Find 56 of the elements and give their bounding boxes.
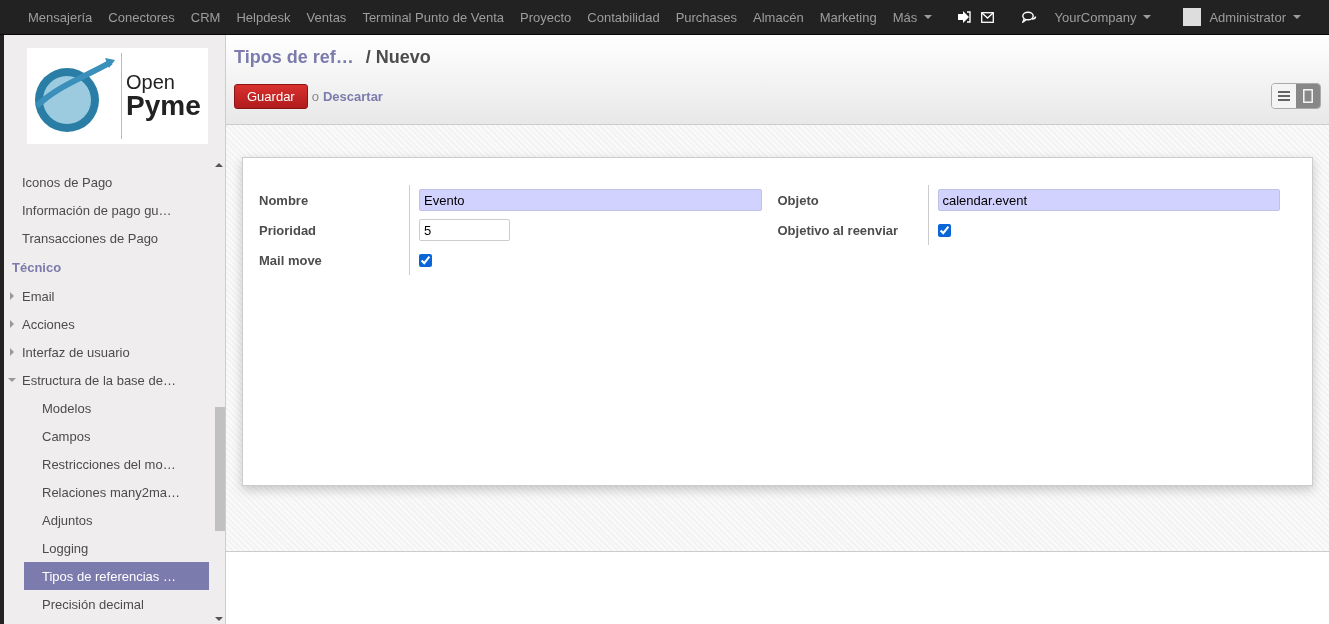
sidebar-item[interactable]: Adjuntos <box>4 506 209 534</box>
field-label: Mail move <box>259 245 410 275</box>
sidebar-item[interactable]: Iconos de Pago <box>4 168 209 196</box>
input-field[interactable]: calendar.event <box>937 189 1280 211</box>
logo-text: Pyme <box>126 92 201 120</box>
input-field[interactable]: Evento <box>419 189 762 211</box>
sidebar-item[interactable]: Campos <box>4 422 209 450</box>
avatar-icon <box>1183 8 1202 26</box>
sidebar-folder[interactable]: Email <box>4 282 209 310</box>
menu-section-title: Técnico <box>11 258 63 277</box>
scrollbar-thumb[interactable] <box>215 407 225 531</box>
save-button[interactable]: Guardar <box>234 83 308 109</box>
discard-link[interactable]: Descartar <box>322 88 383 104</box>
sidebar-item[interactable]: Logging <box>4 534 209 562</box>
sidebar-item[interactable]: Restricciones del mo… <box>4 450 209 478</box>
more-menu[interactable]: Más <box>884 9 941 25</box>
app-menu-link[interactable]: CRM <box>182 9 229 25</box>
logout-icon[interactable] <box>957 11 971 23</box>
sidebar-item[interactable]: Transacciones de Pago <box>4 224 209 252</box>
checkbox[interactable] <box>937 223 951 237</box>
field-label: Objetivo al reenviar <box>777 215 929 245</box>
form-icon <box>1303 89 1313 103</box>
app-menu-link[interactable]: Marketing <box>811 9 885 25</box>
app-menu-link[interactable]: Helpdesk <box>228 9 299 25</box>
user-menu[interactable]: Administrator <box>1201 9 1309 25</box>
app-menu-link[interactable]: Contabilidad <box>579 9 668 25</box>
sidebar-item[interactable]: Modelos <box>4 394 209 422</box>
sidebar-item[interactable]: Información de pago gu… <box>4 196 209 224</box>
sidebar-item[interactable]: Precisión decimal <box>4 590 209 618</box>
app-menu-link[interactable]: Conectores <box>100 9 183 25</box>
input-field[interactable]: 5 <box>419 219 510 241</box>
app-menu-link[interactable]: Ventas <box>298 9 355 25</box>
or-label: o <box>311 88 319 104</box>
mail-icon[interactable] <box>980 11 994 23</box>
sidebar-folder[interactable]: Interfaz de usuario <box>4 338 209 366</box>
field-label: Objeto <box>777 185 929 215</box>
chat-icon[interactable] <box>1021 11 1037 23</box>
list-icon <box>1278 91 1290 101</box>
breadcrumb-current: / Nuevo <box>365 46 431 68</box>
sidebar-item[interactable]: Relaciones many2ma… <box>4 478 209 506</box>
list-view-button[interactable] <box>1272 84 1296 108</box>
sidebar-folder[interactable]: Acciones <box>4 310 209 338</box>
field-label: Nombre <box>259 185 410 215</box>
field-label: Prioridad <box>259 215 410 245</box>
company-menu[interactable]: YourCompany <box>1046 9 1160 25</box>
app-menu-link[interactable]: Proyecto <box>512 9 580 25</box>
logo-text: Open <box>126 72 176 92</box>
breadcrumb-link[interactable]: Tipos de ref… <box>234 46 354 68</box>
app-menu-link[interactable]: Terminal Punto de Venta <box>354 9 513 25</box>
app-menu-link[interactable]: Purchases <box>667 9 746 25</box>
sidebar-folder[interactable]: Estructura de la base de… <box>4 366 209 394</box>
app-menu-link[interactable]: Almacén <box>745 9 812 25</box>
app-menu-link[interactable]: Mensajería <box>20 9 101 25</box>
sidebar-item[interactable]: Tipos de referencias … <box>24 562 209 590</box>
checkbox[interactable] <box>419 253 432 267</box>
form-view-button[interactable] <box>1296 84 1320 108</box>
